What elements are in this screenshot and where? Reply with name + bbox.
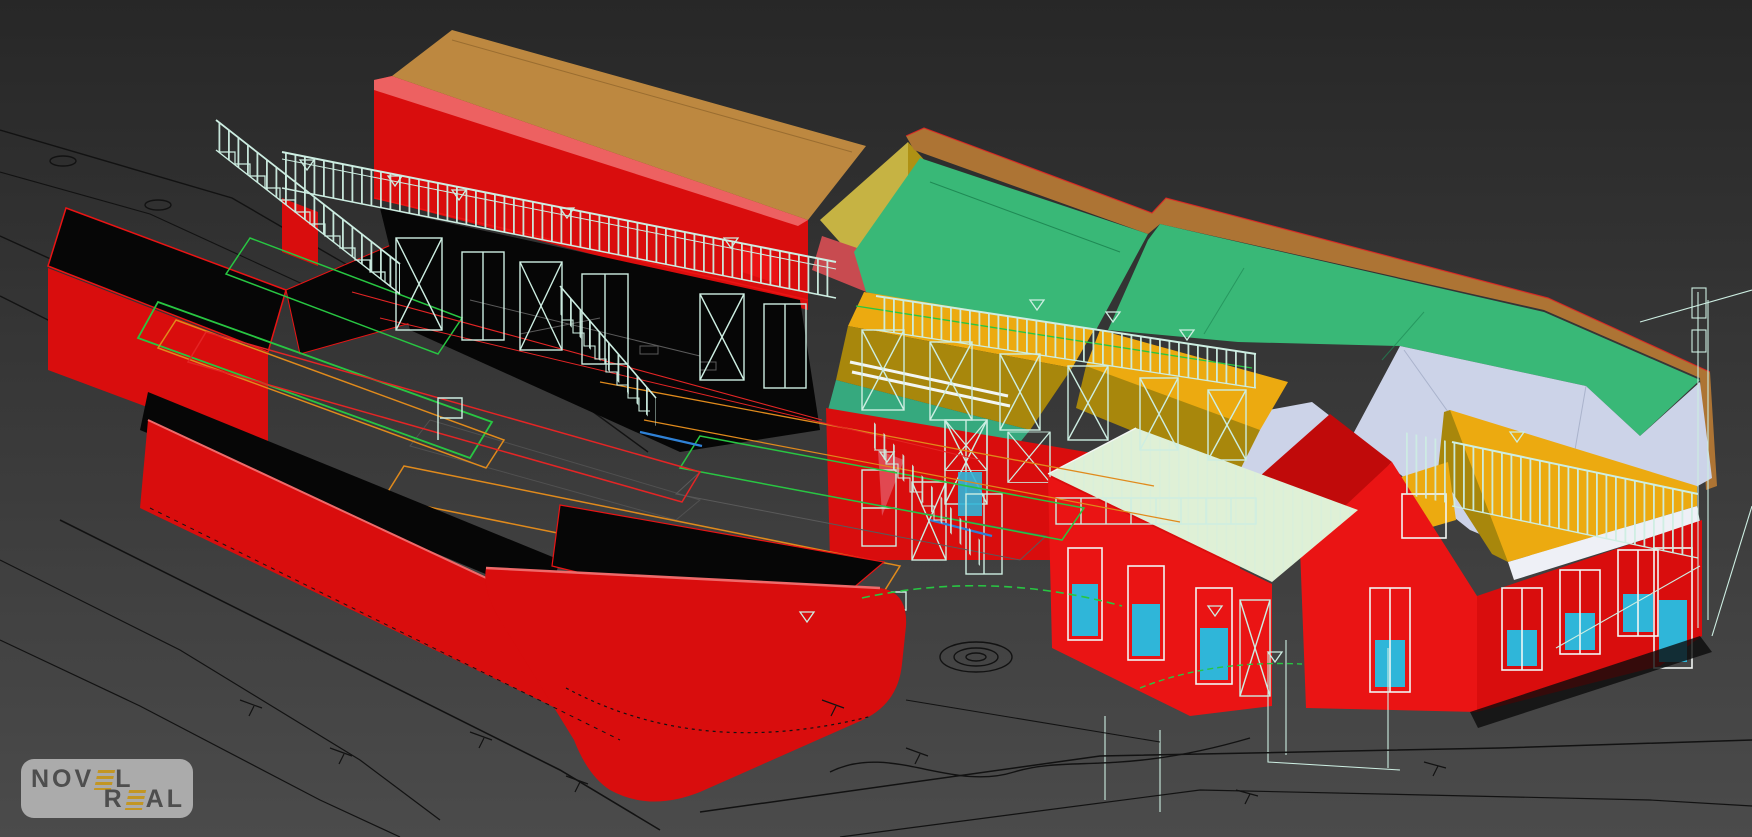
viewport-3d-canvas[interactable]: NOVL RAL bbox=[0, 0, 1752, 837]
logo-text-r: R bbox=[104, 787, 125, 812]
novel-real-watermark: NOVL RAL bbox=[21, 759, 193, 818]
logo-text-al: AL bbox=[146, 787, 185, 812]
scene-render[interactable] bbox=[0, 0, 1752, 837]
logo-e-bars-icon bbox=[125, 790, 146, 810]
logo-text-nov: NOV bbox=[31, 767, 94, 792]
